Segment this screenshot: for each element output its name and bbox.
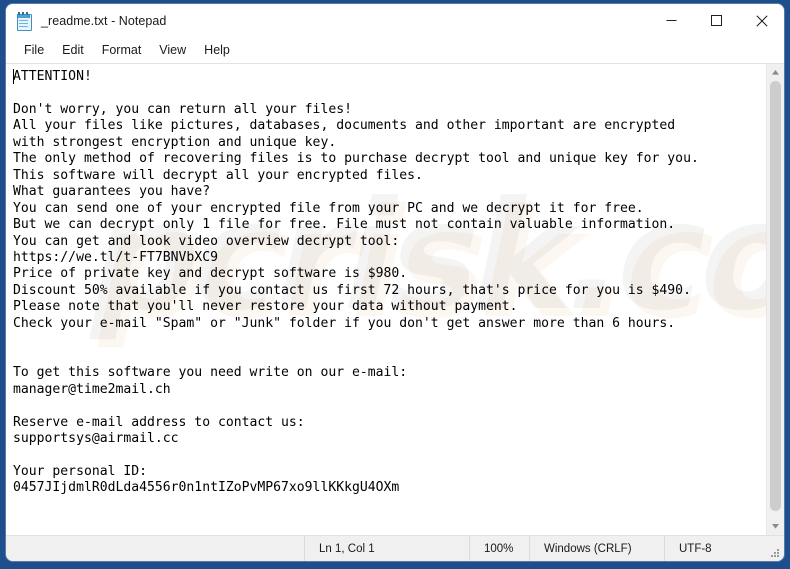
scroll-down-button[interactable] [767,518,784,535]
window-title: _readme.txt - Notepad [41,13,167,28]
notepad-icon [16,11,32,31]
maximize-button[interactable] [694,4,739,37]
menu-item-help[interactable]: Help [195,40,239,61]
status-line-ending[interactable]: Windows (CRLF) [529,536,664,561]
editor-area: pcrisk.com pcrisk.com ATTENTION! Don't w… [6,63,784,535]
minimize-icon [666,20,677,21]
menu-bar: File Edit Format View Help [6,37,784,63]
status-cursor-position: Ln 1, Col 1 [304,536,469,561]
scroll-up-icon [772,70,779,75]
minimize-button[interactable] [649,4,694,37]
maximize-icon [711,15,722,26]
resize-grip[interactable] [769,547,781,559]
status-encoding[interactable]: UTF-8 [664,536,784,561]
close-button[interactable] [739,4,784,37]
scrollbar-thumb[interactable] [770,81,781,511]
scrollbar-track[interactable] [767,81,784,518]
close-icon [755,14,768,27]
status-bar: Ln 1, Col 1 100% Windows (CRLF) UTF-8 [6,535,784,561]
vertical-scrollbar[interactable] [766,64,784,535]
desktop-background: _readme.txt - Notepad File Edit Format V… [0,0,790,569]
menu-item-file[interactable]: File [15,40,53,61]
scroll-up-button[interactable] [767,64,784,81]
menu-item-edit[interactable]: Edit [53,40,93,61]
text-editor[interactable]: pcrisk.com pcrisk.com ATTENTION! Don't w… [6,64,766,535]
menu-item-view[interactable]: View [150,40,195,61]
title-bar-left: _readme.txt - Notepad [6,11,167,31]
window-controls [649,4,784,37]
scroll-down-icon [772,524,779,529]
text-caret [13,69,14,84]
title-bar[interactable]: _readme.txt - Notepad [6,4,784,37]
menu-item-format[interactable]: Format [93,40,151,61]
notepad-window: _readme.txt - Notepad File Edit Format V… [6,4,784,561]
status-zoom-level[interactable]: 100% [469,536,529,561]
document-text: ATTENTION! Don't worry, you can return a… [13,69,699,496]
